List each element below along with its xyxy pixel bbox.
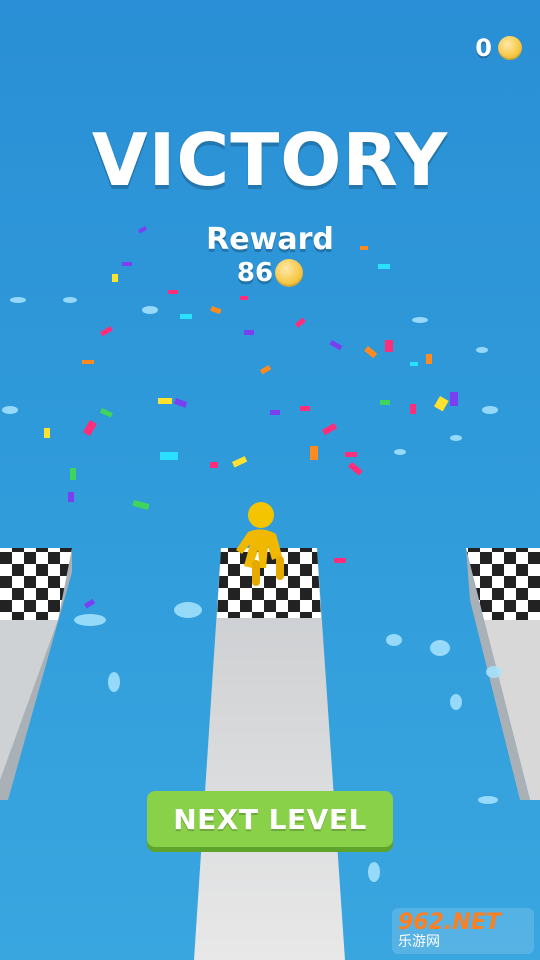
left-track	[0, 548, 72, 800]
reward-value: 86	[236, 258, 274, 288]
center-track	[194, 548, 345, 960]
coin-count: 0	[475, 34, 492, 62]
watermark: 962.NET 乐游网	[392, 908, 534, 954]
right-track	[466, 548, 540, 800]
next-level-button[interactable]: NEXT LEVEL	[147, 791, 393, 847]
victory-title: VICTORY	[91, 118, 449, 202]
coin-icon	[275, 259, 304, 287]
reward-label: Reward	[206, 222, 334, 257]
watermark-brand: 962.NET	[398, 910, 501, 935]
watermark-site: 乐游网	[398, 934, 440, 950]
coin-counter: 0	[475, 34, 522, 62]
game-scene: 0 VICTORY Reward 86 NEXT LEVEL 962.NET 乐…	[0, 0, 540, 960]
coin-icon	[498, 36, 522, 60]
reward-amount: 86	[0, 258, 540, 288]
